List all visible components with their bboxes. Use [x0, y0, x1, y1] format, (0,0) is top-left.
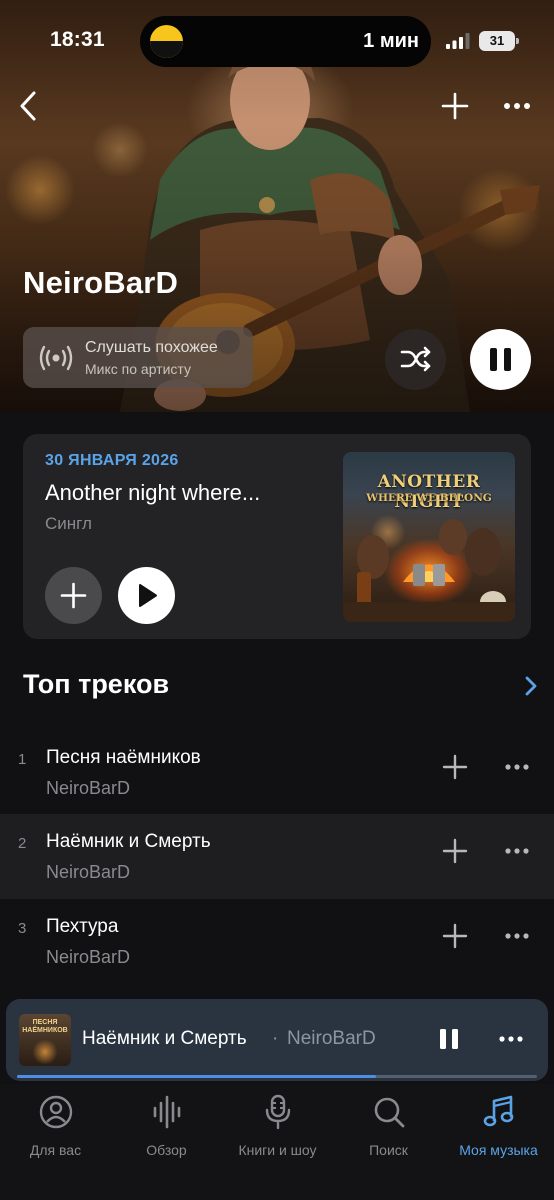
- ellipsis-icon[interactable]: [497, 1032, 525, 1046]
- tab-books-shows[interactable]: Книги и шоу: [222, 1094, 333, 1158]
- track-artist: NeiroBarD: [46, 862, 131, 882]
- dynamic-island[interactable]: 1 мин: [140, 16, 431, 67]
- track-number: 2: [18, 835, 27, 852]
- ellipsis-icon[interactable]: [503, 929, 531, 943]
- tab-my-music[interactable]: Моя музыка: [443, 1094, 554, 1158]
- tab-for-you[interactable]: Для вас: [0, 1094, 111, 1158]
- top-tracks-title[interactable]: Топ треков: [23, 669, 169, 700]
- live-activity-text: 1 мин: [363, 30, 419, 52]
- now-playing-title: Наёмник и Смерть: [82, 1028, 247, 1049]
- track-artist: NeiroBarD: [46, 778, 131, 798]
- equalizer-icon: [153, 1095, 181, 1129]
- title-separator: ·: [272, 1028, 279, 1049]
- now-playing-artist: NeiroBarD: [287, 1028, 376, 1049]
- mini-player-cover[interactable]: ПЕСНЯ НАЁМНИКОВ: [19, 1014, 71, 1066]
- playback-progress-fill: [17, 1075, 376, 1078]
- ellipsis-icon[interactable]: [503, 844, 531, 858]
- track-row[interactable]: 2 Наёмник и Смерть NeiroBarD: [0, 814, 554, 899]
- music-note-icon: [483, 1095, 514, 1127]
- pause-icon: [490, 348, 511, 371]
- chevron-right-icon[interactable]: [522, 674, 540, 698]
- battery-icon: 31: [479, 31, 519, 51]
- search-icon: [374, 1097, 405, 1128]
- person-icon: [39, 1095, 73, 1129]
- signal-icon: [446, 33, 470, 49]
- listen-similar-button[interactable]: Слушать похожее Микс по артисту: [23, 327, 253, 388]
- listen-similar-title: Слушать похожее: [85, 339, 218, 356]
- tab-search[interactable]: Поиск: [333, 1094, 444, 1158]
- playback-progress-bar[interactable]: [17, 1075, 537, 1078]
- latest-release-card[interactable]: 30 ЯНВАРЯ 2026 Another night where... Си…: [23, 434, 531, 639]
- ellipsis-icon[interactable]: [503, 760, 531, 774]
- track-title: Песня наёмников: [46, 747, 201, 768]
- live-activity-icon: [150, 25, 183, 58]
- tab-label: Моя музыка: [459, 1142, 538, 1158]
- plus-icon[interactable]: [440, 91, 470, 121]
- play-icon: [139, 584, 157, 607]
- track-number: 3: [18, 920, 27, 937]
- plus-icon[interactable]: [442, 923, 468, 949]
- artist-name: NeiroBarD: [23, 265, 179, 300]
- track-title: Наёмник и Смерть: [46, 831, 211, 852]
- release-add-button[interactable]: [45, 567, 102, 624]
- track-row[interactable]: 3 Пехтура NeiroBarD: [0, 899, 554, 984]
- release-type: Сингл: [45, 514, 92, 533]
- shuffle-button[interactable]: [385, 329, 446, 390]
- track-artist: NeiroBarD: [46, 947, 131, 967]
- release-title: Another night where...: [45, 480, 261, 505]
- mini-player[interactable]: ПЕСНЯ НАЁМНИКОВ Наёмник и Смерть · Neiro…: [6, 999, 548, 1081]
- tab-browse[interactable]: Обзор: [111, 1094, 222, 1158]
- plus-icon[interactable]: [442, 754, 468, 780]
- bottom-tab-bar: Для вас Обзор Книги и шоу Поиск Моя музы…: [0, 1084, 554, 1200]
- track-row[interactable]: 1 Песня наёмников NeiroBarD: [0, 730, 554, 815]
- play-pause-button[interactable]: [470, 329, 531, 390]
- plus-icon[interactable]: [442, 838, 468, 864]
- mini-cover-text: ПЕСНЯ НАЁМНИКОВ: [22, 1019, 68, 1034]
- track-number: 1: [18, 751, 27, 768]
- release-cover-art[interactable]: ANOTHER NIGHT WHERE WE BELONG: [343, 452, 515, 622]
- microphone-icon: [265, 1094, 291, 1130]
- ellipsis-icon[interactable]: [500, 97, 534, 115]
- broadcast-icon: [39, 345, 73, 371]
- release-date: 30 ЯНВАРЯ 2026: [45, 452, 179, 469]
- plus-icon: [60, 582, 87, 609]
- release-play-button[interactable]: [118, 567, 175, 624]
- cover-subtitle-text: WHERE WE BELONG: [366, 492, 492, 504]
- pause-icon[interactable]: [437, 1027, 461, 1051]
- chevron-left-icon[interactable]: [14, 88, 44, 124]
- track-title: Пехтура: [46, 916, 119, 937]
- status-time: 18:31: [50, 28, 105, 51]
- listen-similar-subtitle: Микс по артисту: [85, 361, 191, 377]
- shuffle-icon: [400, 346, 431, 372]
